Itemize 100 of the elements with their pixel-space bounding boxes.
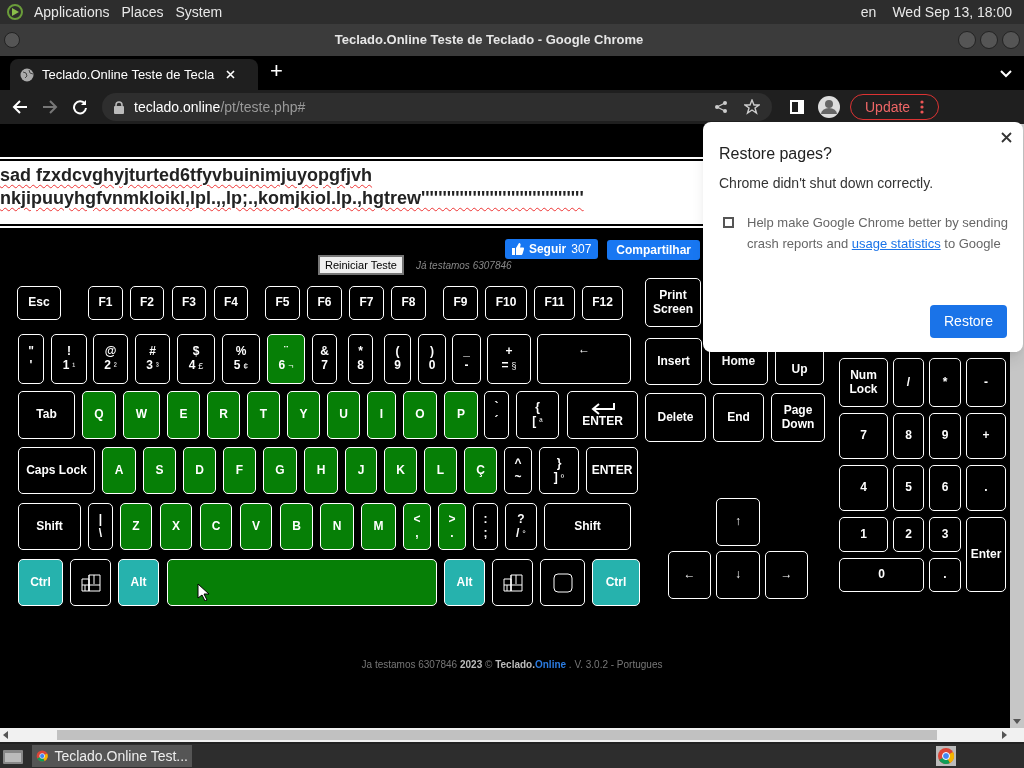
restart-test-button[interactable]: Reiniciar Teste bbox=[318, 255, 404, 275]
keyboard-key[interactable]: - bbox=[966, 358, 1006, 407]
keyboard-key[interactable]: 0 bbox=[839, 558, 924, 592]
lock-icon[interactable] bbox=[114, 100, 124, 114]
keyboard-key[interactable]: { [ ª bbox=[516, 391, 559, 439]
keyboard-key[interactable]: Num Lock bbox=[839, 358, 888, 407]
close-icon[interactable] bbox=[1001, 132, 1012, 143]
keyboard-key[interactable]: / bbox=[893, 358, 924, 407]
show-desktop-icon[interactable] bbox=[2, 747, 24, 765]
keyboard-key[interactable]: B bbox=[280, 503, 313, 550]
keyboard-key[interactable]: ↓ bbox=[716, 551, 760, 599]
usage-statistics-link[interactable]: usage statistics bbox=[851, 236, 941, 251]
keyboard-key[interactable]: S bbox=[143, 447, 176, 494]
reload-icon[interactable] bbox=[72, 99, 88, 115]
profile-avatar-icon[interactable] bbox=[818, 96, 840, 118]
keyboard-key[interactable]: P bbox=[444, 391, 478, 439]
keyboard-key[interactable]: 4 bbox=[839, 465, 888, 511]
keyboard-key[interactable]: Tab bbox=[18, 391, 75, 439]
keyboard-key[interactable]: N bbox=[320, 503, 354, 550]
keyboard-key[interactable]: W bbox=[123, 391, 160, 439]
keyboard-key[interactable]: Insert bbox=[645, 338, 702, 385]
taskbar-item[interactable]: Teclado.Online Test... bbox=[32, 745, 192, 767]
keyboard-key[interactable]: ↑ bbox=[716, 498, 760, 546]
keyboard-key[interactable]: F2 bbox=[130, 286, 164, 320]
keyboard-key[interactable]: ? / ° bbox=[505, 503, 537, 550]
scroll-left-arrow-icon[interactable] bbox=[3, 731, 8, 739]
forward-arrow-icon[interactable] bbox=[42, 99, 58, 115]
keyboard-key[interactable]: Caps Lock bbox=[18, 447, 95, 494]
keyboard-key[interactable]: 5 bbox=[893, 465, 924, 511]
share-icon[interactable] bbox=[714, 100, 728, 114]
keyboard-key[interactable]: ← bbox=[668, 551, 711, 599]
keyboard-key[interactable]: . bbox=[966, 465, 1006, 511]
keyboard-key[interactable]: U bbox=[327, 391, 360, 439]
keyboard-key[interactable]: A bbox=[102, 447, 136, 494]
keyboard-key[interactable]: I bbox=[367, 391, 396, 439]
keyboard-key[interactable]: M bbox=[361, 503, 396, 550]
keyboard-key[interactable]: T bbox=[247, 391, 280, 439]
keyboard-key[interactable]: ! 1 ¹ bbox=[51, 334, 87, 384]
keyboard-key[interactable]: Shift bbox=[544, 503, 631, 550]
follow-button[interactable]: Seguir 307 bbox=[504, 239, 599, 259]
keyboard-key[interactable]: → bbox=[765, 551, 808, 599]
keyboard-key[interactable]: F8 bbox=[391, 286, 426, 320]
keyboard-key[interactable]: } ] º bbox=[539, 447, 579, 494]
keyboard-key[interactable]: 8 bbox=[893, 413, 924, 459]
keyboard-key[interactable]: G bbox=[263, 447, 297, 494]
horizontal-scrollbar[interactable] bbox=[0, 728, 1024, 742]
menu-item[interactable]: Places bbox=[121, 1, 164, 23]
keyboard-key[interactable]: # 3 ³ bbox=[135, 334, 170, 384]
clock[interactable]: Wed Sep 13, 18:00 bbox=[892, 1, 1012, 23]
keyboard-key[interactable]: 9 bbox=[929, 413, 961, 459]
keyboard-key[interactable]: 1 bbox=[839, 517, 888, 552]
browser-logo-icon[interactable] bbox=[936, 746, 956, 766]
keyboard-key[interactable]: Shift bbox=[18, 503, 81, 550]
checkbox[interactable] bbox=[723, 217, 734, 228]
keyboard-key[interactable]: 7 bbox=[839, 413, 888, 459]
keyboard-key[interactable]: 2 bbox=[893, 517, 924, 552]
menu-item[interactable]: System bbox=[175, 1, 223, 23]
scroll-down-arrow-icon[interactable] bbox=[1013, 719, 1021, 724]
scroll-right-arrow-icon[interactable] bbox=[1002, 731, 1007, 739]
keyboard-key[interactable]: * bbox=[929, 358, 961, 407]
keyboard-key[interactable]: _ - bbox=[452, 334, 481, 384]
side-panel-icon[interactable] bbox=[790, 100, 804, 114]
keyboard-key[interactable]: * 8 bbox=[348, 334, 373, 384]
keyboard-key[interactable] bbox=[540, 559, 585, 606]
new-tab-button[interactable]: + bbox=[266, 60, 287, 82]
language-indicator[interactable]: en bbox=[860, 1, 877, 23]
keyboard-key[interactable]: & 7 bbox=[312, 334, 337, 384]
keyboard-key[interactable]: Q bbox=[82, 391, 116, 439]
keyboard-key[interactable]: F3 bbox=[172, 286, 206, 320]
star-icon[interactable] bbox=[744, 99, 760, 115]
keyboard-key[interactable]: ← bbox=[537, 334, 631, 384]
keyboard-key[interactable]: ENTER bbox=[567, 391, 638, 439]
keyboard-key[interactable]: ` ´ bbox=[484, 391, 509, 439]
keyboard-key[interactable]: + = § bbox=[487, 334, 531, 384]
keyboard-key[interactable]: Y bbox=[287, 391, 320, 439]
keyboard-key[interactable]: H bbox=[304, 447, 338, 494]
keyboard-key[interactable]: O bbox=[403, 391, 437, 439]
address-bar[interactable]: teclado.online/pt/teste.php# bbox=[102, 93, 772, 121]
keyboard-key[interactable]: F9 bbox=[443, 286, 478, 320]
share-button[interactable]: Compartilhar bbox=[607, 240, 700, 260]
keyboard-key[interactable]: L bbox=[424, 447, 457, 494]
keyboard-key[interactable]: Delete bbox=[645, 393, 706, 442]
footer-link[interactable]: Teclado.Online bbox=[495, 659, 567, 670]
keyboard-key[interactable]: ENTER bbox=[586, 447, 638, 494]
keyboard-key[interactable]: " ' bbox=[18, 334, 44, 384]
keyboard-key[interactable]: Ç bbox=[464, 447, 497, 494]
chevron-down-icon[interactable] bbox=[1000, 70, 1012, 78]
keyboard-key[interactable]: ^ ~ bbox=[504, 447, 532, 494]
keyboard-key[interactable]: > . bbox=[438, 503, 466, 550]
keyboard-key[interactable]: Enter bbox=[966, 517, 1006, 592]
keyboard-key[interactable]: | \ bbox=[88, 503, 113, 550]
keyboard-key[interactable]: D bbox=[183, 447, 216, 494]
keyboard-key[interactable]: Z bbox=[120, 503, 152, 550]
menu-item[interactable]: Applications bbox=[34, 1, 110, 23]
keyboard-key[interactable]: F6 bbox=[307, 286, 342, 320]
keyboard-key[interactable]: K bbox=[384, 447, 417, 494]
keyboard-key[interactable]: @ 2 ² bbox=[93, 334, 128, 384]
keyboard-key[interactable]: X bbox=[160, 503, 192, 550]
keyboard-key[interactable]: R bbox=[207, 391, 240, 439]
keyboard-key[interactable]: . bbox=[929, 558, 961, 592]
